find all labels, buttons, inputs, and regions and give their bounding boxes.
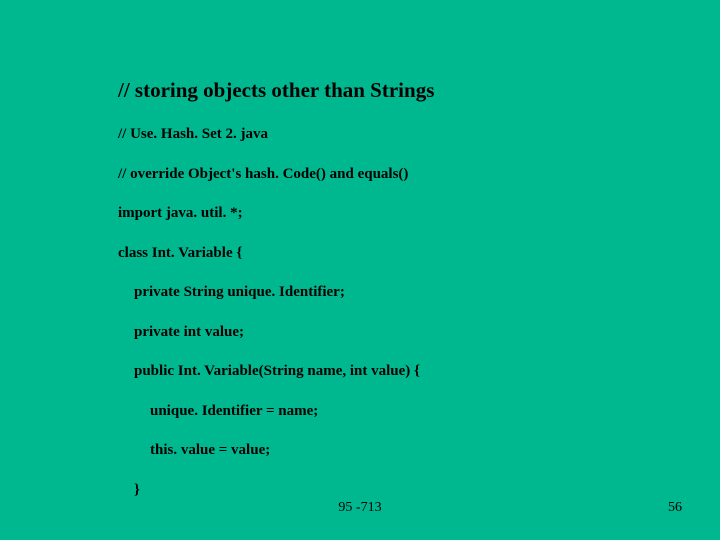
code-line: unique. Identifier = name; <box>118 402 658 422</box>
code-line: // override Object's hash. Code() and eq… <box>118 165 658 185</box>
code-line: public Int. Variable(String name, int va… <box>118 362 658 382</box>
code-line: import java. util. *; <box>118 204 658 224</box>
footer-page-number: 56 <box>668 500 682 516</box>
code-line: private String unique. Identifier; <box>118 283 658 303</box>
code-line: } <box>118 481 658 501</box>
code-line: this. value = value; <box>118 441 658 461</box>
code-line: private int value; <box>118 323 658 343</box>
code-line: // Use. Hash. Set 2. java <box>118 125 658 145</box>
footer-course-number: 95 -713 <box>0 500 720 516</box>
code-line: class Int. Variable { <box>118 244 658 264</box>
slide-title: // storing objects other than Strings <box>118 78 658 103</box>
slide-content: // storing objects other than Strings //… <box>118 78 658 520</box>
